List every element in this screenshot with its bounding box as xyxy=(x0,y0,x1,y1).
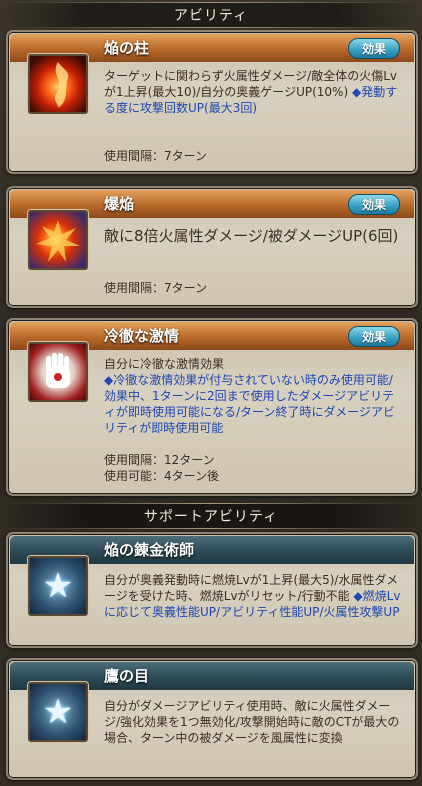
cooldown-text: 使用間隔：7ターン xyxy=(104,149,208,163)
ability-card-3[interactable]: 冷徹な激情 効果 自分に冷徹な激情効果 ◆冷徹な激情効果が付与されていない時のみ… xyxy=(6,318,418,496)
ability-description: ターゲットに関わらず火属性ダメージ/敵全体の火傷Lvが1上昇(最大10)/自分の… xyxy=(104,68,402,116)
effect-button[interactable]: 効果 xyxy=(348,326,400,347)
ability-description: 自分に冷徹な激情効果 ◆冷徹な激情効果が付与されていない時のみ使用可能/効果中、… xyxy=(104,356,402,436)
support-description: 自分が奥義発動時に燃焼Lvが1上昇(最大5)/水属性ダメージを受けた時、燃焼Lv… xyxy=(104,572,402,620)
ability-name: 爆焔 xyxy=(104,195,135,213)
ability-card-2[interactable]: 爆焔 効果 敵に8倍火属性ダメージ/被ダメージUP(6回) 使用間隔：7ターン xyxy=(6,186,418,308)
support-card-2[interactable]: 鷹の目 ★ 自分がダメージアビリティ使用時、敵に火属性ダメージ/強化効果を1つ無… xyxy=(6,658,418,780)
ability-section-header: アビリティ xyxy=(0,2,422,28)
star-icon: ★ xyxy=(28,682,88,742)
cooldown-text: 使用間隔：7ターン xyxy=(104,281,208,295)
cooldown-text: 使用間隔：12ターン xyxy=(104,453,215,467)
ability-name: 冷徹な激情 xyxy=(104,327,180,345)
available-status: 使用可能：4ターン後 xyxy=(104,469,220,483)
support-name: 鷹の目 xyxy=(104,667,150,685)
ability-description: 敵に8倍火属性ダメージ/被ダメージUP(6回) xyxy=(104,227,399,245)
star-icon: ★ xyxy=(28,556,88,616)
support-card-1[interactable]: 焔の錬金術師 ★ 自分が奥義発動時に燃焼Lvが1上昇(最大5)/水属性ダメージを… xyxy=(6,532,418,648)
glove-hand-icon xyxy=(28,342,88,402)
explosion-icon xyxy=(28,210,88,270)
ability-card-1[interactable]: 焔の柱 効果 ターゲットに関わらず火属性ダメージ/敵全体の火傷Lvが1上昇(最大… xyxy=(6,30,418,174)
fire-pillar-icon xyxy=(28,54,88,114)
description-text: 自分に冷徹な激情効果 xyxy=(104,357,225,371)
ability-name: 焔の柱 xyxy=(104,39,150,57)
support-name: 焔の錬金術師 xyxy=(104,541,195,559)
support-section-header: サポートアビリティ xyxy=(0,503,422,529)
effect-button[interactable]: 効果 xyxy=(348,38,400,59)
support-description: 自分がダメージアビリティ使用時、敵に火属性ダメージ/強化効果を1つ無効化/攻撃開… xyxy=(104,699,400,745)
description-note: ◆冷徹な激情効果が付与されていない時のみ使用可能/効果中、1ターンに2回まで使用… xyxy=(104,373,395,435)
effect-button[interactable]: 効果 xyxy=(348,194,400,215)
